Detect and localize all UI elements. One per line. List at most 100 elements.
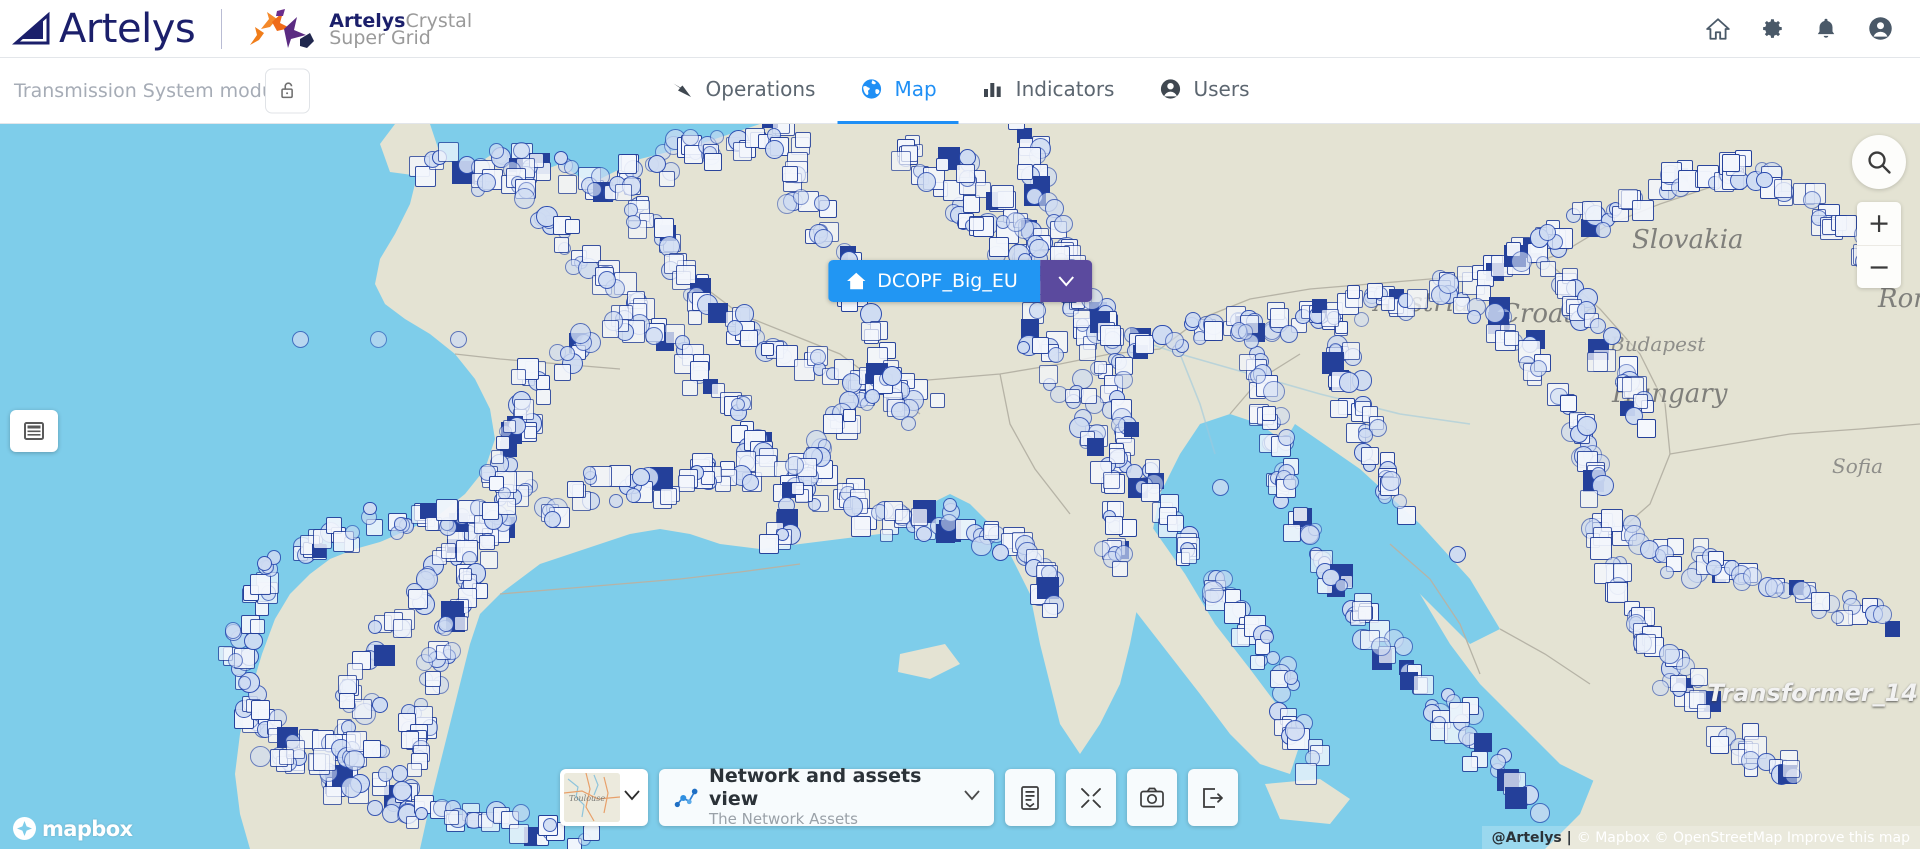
- map-asset-marker[interactable]: [1007, 124, 1025, 131]
- map-asset-marker[interactable]: [291, 330, 309, 348]
- map-asset-marker[interactable]: [758, 533, 780, 555]
- map-asset-marker[interactable]: [991, 185, 1014, 208]
- map-asset-marker[interactable]: [677, 475, 695, 493]
- map-asset-marker[interactable]: [1005, 212, 1026, 233]
- map-asset-marker[interactable]: [790, 481, 804, 496]
- map-asset-marker[interactable]: [682, 379, 699, 396]
- map-asset-marker[interactable]: [760, 342, 775, 357]
- map-asset-marker[interactable]: [1603, 327, 1622, 346]
- gear-icon[interactable]: [1759, 16, 1785, 42]
- map-asset-marker[interactable]: [1086, 438, 1105, 456]
- map-asset-marker[interactable]: [1884, 621, 1901, 637]
- tab-indicators[interactable]: Indicators: [959, 58, 1137, 124]
- map-asset-marker[interactable]: [659, 171, 676, 188]
- network-assets-layer[interactable]: [0, 124, 1920, 849]
- map-asset-marker[interactable]: [989, 237, 1009, 257]
- map-asset-marker[interactable]: [481, 501, 500, 520]
- map-asset-marker[interactable]: [1466, 310, 1481, 325]
- map-asset-marker[interactable]: [244, 631, 263, 651]
- map-asset-marker[interactable]: [881, 366, 902, 387]
- map-asset-marker[interactable]: [1396, 505, 1416, 525]
- map-asset-marker[interactable]: [250, 619, 265, 634]
- map-asset-marker[interactable]: [393, 619, 413, 639]
- map-asset-marker[interactable]: [843, 409, 857, 423]
- map-asset-marker[interactable]: [1211, 478, 1229, 496]
- map-asset-marker[interactable]: [861, 321, 881, 342]
- brand-logo-group[interactable]: Artelys ArtelysCrystal Super Grid: [0, 0, 472, 57]
- map-asset-marker[interactable]: [1505, 786, 1528, 810]
- map-asset-marker[interactable]: [498, 497, 516, 516]
- map-asset-marker[interactable]: [582, 466, 597, 480]
- map-asset-marker[interactable]: [407, 588, 428, 609]
- map-asset-marker[interactable]: [1791, 580, 1811, 600]
- map-asset-marker[interactable]: [810, 349, 826, 366]
- map-asset-marker[interactable]: [1078, 343, 1096, 362]
- map-asset-marker[interactable]: [1038, 364, 1058, 384]
- map-asset-marker[interactable]: [414, 806, 428, 820]
- map-asset-marker[interactable]: [864, 389, 880, 405]
- map-asset-marker[interactable]: [983, 524, 1000, 540]
- map-asset-marker[interactable]: [647, 155, 666, 174]
- map-asset-marker[interactable]: [782, 165, 798, 182]
- map-asset-marker[interactable]: [1632, 199, 1654, 222]
- map-asset-marker[interactable]: [344, 524, 360, 540]
- map-asset-marker[interactable]: [962, 195, 981, 214]
- map-asset-marker[interactable]: [1028, 301, 1046, 319]
- report-button[interactable]: [1005, 769, 1055, 826]
- map-asset-marker[interactable]: [1093, 360, 1108, 374]
- map-asset-marker[interactable]: [1606, 582, 1628, 604]
- map-asset-marker[interactable]: [553, 237, 570, 253]
- map-asset-marker[interactable]: [256, 555, 273, 572]
- map-asset-marker[interactable]: [369, 330, 387, 348]
- basemap-thumbnail-selector[interactable]: Toulouse: [560, 769, 648, 826]
- map-asset-marker[interactable]: [392, 780, 413, 801]
- map-asset-marker[interactable]: [278, 749, 295, 765]
- map-asset-marker[interactable]: [1636, 633, 1657, 655]
- map-asset-marker[interactable]: [322, 785, 343, 806]
- map-asset-marker[interactable]: [1722, 153, 1741, 172]
- map-asset-marker[interactable]: [338, 674, 358, 694]
- map-asset-marker[interactable]: [1353, 311, 1370, 328]
- map-asset-marker[interactable]: [1577, 416, 1598, 437]
- map-canvas[interactable]: Slovakia Budapest Hungary Austria Romani…: [0, 124, 1920, 849]
- map-asset-marker[interactable]: [1334, 578, 1349, 593]
- map-asset-marker[interactable]: [1764, 577, 1785, 598]
- map-asset-marker[interactable]: [1320, 308, 1339, 327]
- map-asset-marker[interactable]: [1081, 388, 1098, 404]
- map-asset-marker[interactable]: [536, 389, 552, 405]
- map-asset-marker[interactable]: [1587, 351, 1608, 373]
- mapbox-logo[interactable]: mapbox: [12, 816, 133, 841]
- map-asset-marker[interactable]: [842, 495, 864, 517]
- map-asset-marker[interactable]: [512, 141, 530, 159]
- tab-map[interactable]: Map: [837, 58, 959, 124]
- map-asset-marker[interactable]: [910, 508, 929, 526]
- map-asset-marker[interactable]: [617, 154, 638, 174]
- map-asset-marker[interactable]: [1652, 679, 1669, 697]
- map-asset-marker[interactable]: [479, 534, 495, 550]
- map-asset-marker[interactable]: [344, 750, 365, 771]
- map-asset-marker[interactable]: [560, 346, 575, 361]
- map-asset-marker[interactable]: [814, 195, 830, 212]
- map-asset-marker[interactable]: [1360, 447, 1379, 466]
- map-asset-marker[interactable]: [704, 153, 722, 171]
- view-selector[interactable]: Network and assets view The Network Asse…: [659, 765, 994, 828]
- map-asset-marker[interactable]: [1530, 803, 1550, 823]
- map-asset-marker[interactable]: [1263, 380, 1285, 403]
- map-asset-marker[interactable]: [740, 329, 758, 348]
- map-asset-marker[interactable]: [341, 776, 363, 798]
- map-asset-marker[interactable]: [608, 464, 631, 487]
- map-asset-marker[interactable]: [1135, 335, 1155, 355]
- map-asset-marker[interactable]: [916, 171, 937, 192]
- map-asset-marker[interactable]: [956, 164, 976, 183]
- map-asset-marker[interactable]: [1391, 494, 1407, 509]
- map-asset-marker[interactable]: [1595, 222, 1611, 238]
- map-asset-marker[interactable]: [1102, 471, 1120, 489]
- map-asset-marker[interactable]: [1351, 601, 1372, 622]
- map-asset-marker[interactable]: [793, 189, 809, 205]
- tab-users[interactable]: Users: [1136, 58, 1271, 124]
- map-asset-marker[interactable]: [453, 616, 469, 631]
- map-search-button[interactable]: [1852, 135, 1906, 189]
- map-asset-marker[interactable]: [249, 574, 271, 596]
- map-asset-marker[interactable]: [1260, 630, 1274, 644]
- map-asset-marker[interactable]: [393, 516, 408, 531]
